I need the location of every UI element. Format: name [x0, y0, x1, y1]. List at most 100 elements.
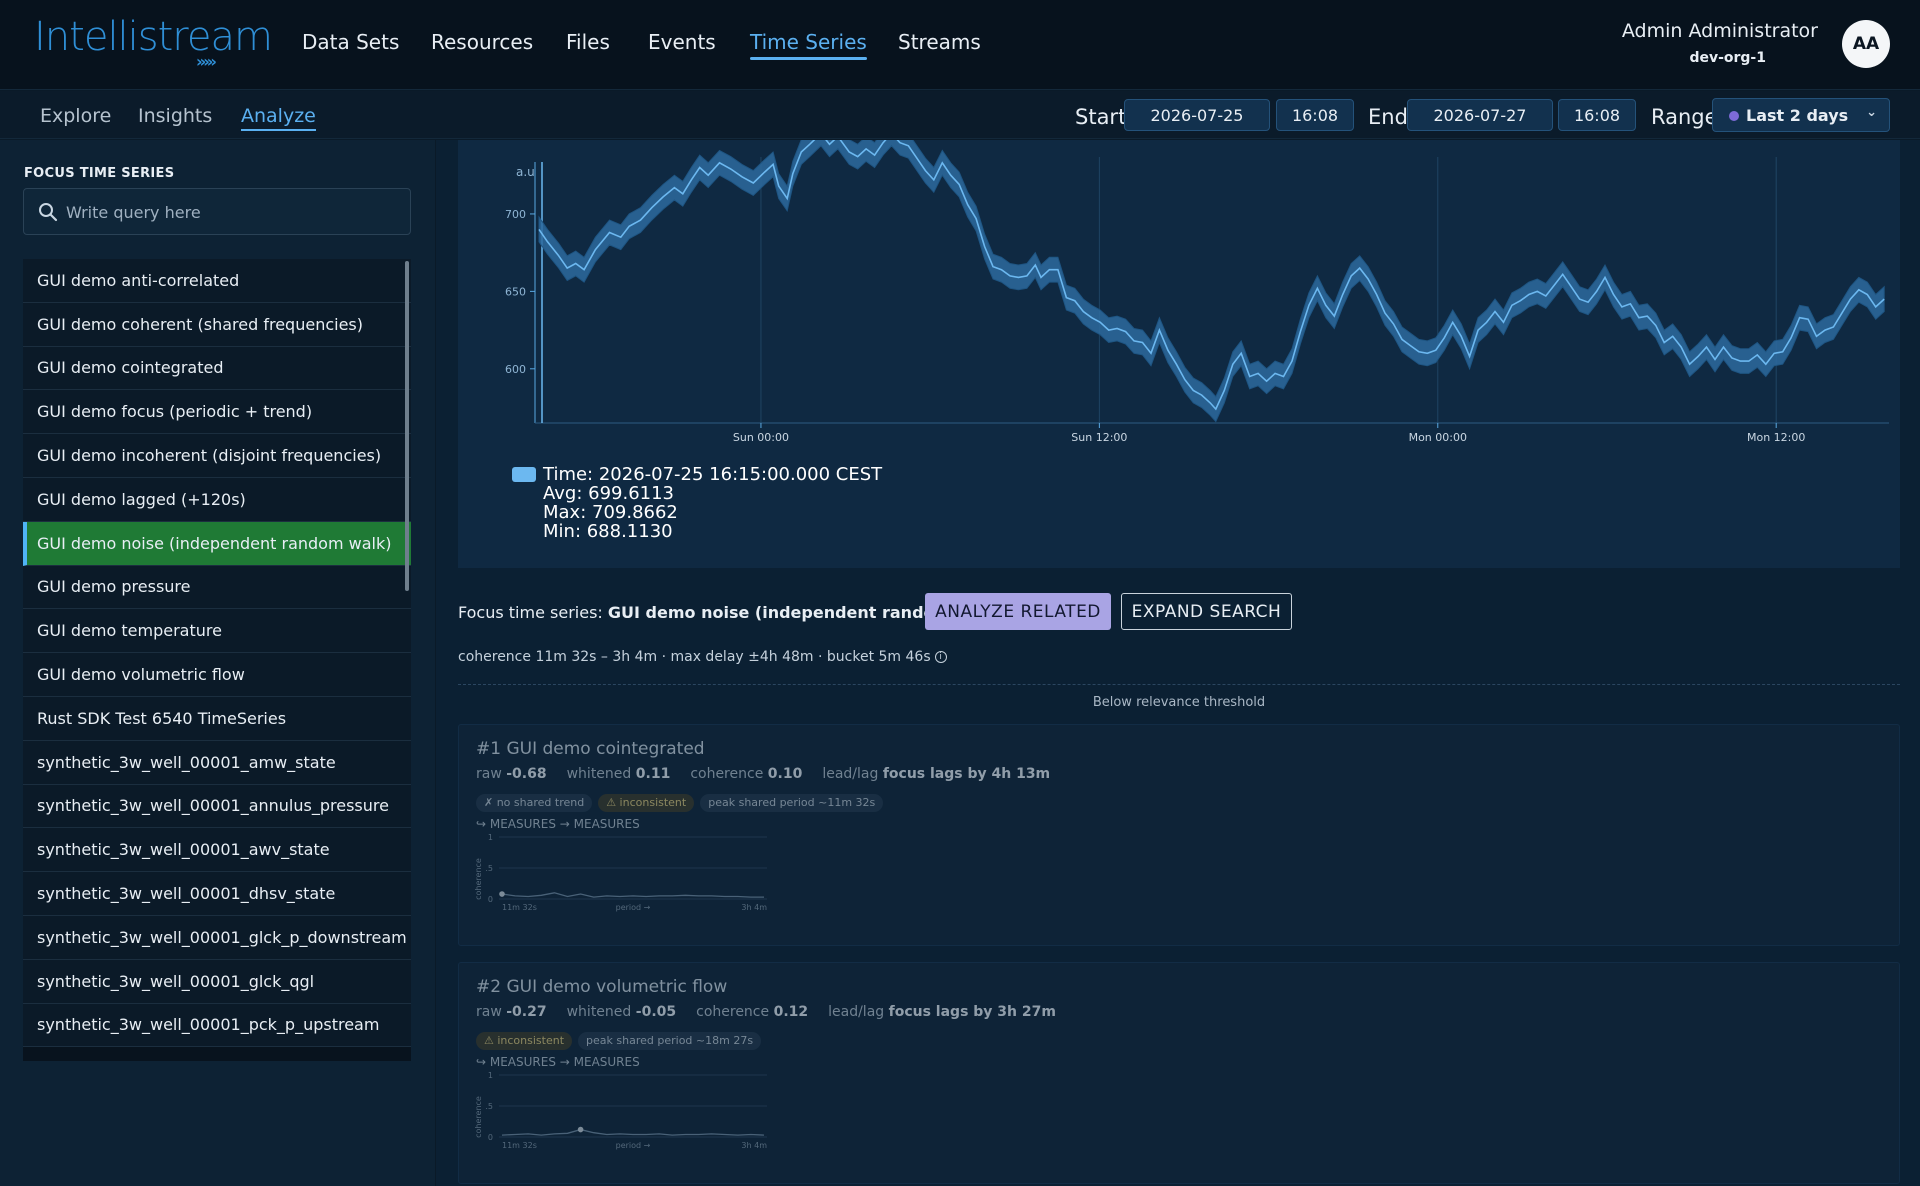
result-badges: ✗ no shared trend ⚠ inconsistent peak shar…: [476, 791, 889, 812]
mini-y-tick-label: 1: [488, 1071, 493, 1080]
tooltip-max: Max: 709.8662: [543, 502, 678, 523]
list-item[interactable]: GUI demo noise (independent random walk): [23, 521, 411, 566]
coherence-label: coherence: [690, 766, 764, 782]
whitened-value: 0.11: [635, 766, 671, 782]
list-scrollbar[interactable]: [405, 261, 409, 591]
top-nav: Intellistream ››››› Data Sets Resources …: [0, 0, 1920, 90]
list-item[interactable]: synthetic_3w_well_00001_dhsv_state: [23, 872, 411, 916]
coherence-value: 0.10: [767, 766, 803, 782]
list-item[interactable]: GUI demo cointegrated: [23, 346, 411, 391]
focus-prefix: Focus time series:: [458, 603, 603, 622]
x-tick-label: Sun 12:00: [1071, 431, 1127, 444]
list-item[interactable]: GUI demo focus (periodic + trend): [23, 390, 411, 435]
nav-files[interactable]: Files: [566, 30, 610, 54]
list-item[interactable]: GUI demo anti-correlated: [23, 259, 411, 303]
mini-peak-marker: [499, 891, 505, 897]
y-tick-label: 650: [505, 285, 526, 298]
sub-nav: Explore Insights Analyze Start 2026-07-2…: [0, 91, 1920, 139]
list-item[interactable]: Rust SDK Test 6540 TimeSeries: [23, 696, 411, 741]
tab-insights[interactable]: Insights: [138, 105, 212, 127]
result-title[interactable]: #2 GUI demo volumetric flow: [476, 977, 727, 997]
time-series-list[interactable]: GUI demo anti-correlated GUI demo coheren…: [23, 259, 411, 1061]
logo-text: Intellistream: [34, 14, 273, 60]
result-card[interactable]: #1 GUI demo cointegrated raw -0.68 whitene…: [458, 724, 1900, 946]
avatar[interactable]: AA: [1842, 20, 1890, 68]
user-name[interactable]: Admin Administrator: [1622, 20, 1818, 42]
search-input[interactable]: [66, 197, 396, 227]
list-item[interactable]: GUI demo lagged (+120s): [23, 477, 411, 522]
x-tick-label: Mon 12:00: [1747, 431, 1805, 444]
result-badge: ⚠ inconsistent: [598, 794, 695, 812]
coherence-value: 0.12: [773, 1004, 809, 1020]
range-select[interactable]: Last 2 days ⌄: [1712, 98, 1890, 132]
search-box[interactable]: [23, 188, 411, 235]
raw-label: raw: [476, 1004, 502, 1020]
list-item[interactable]: synthetic_3w_well_00001_pck_p_upstream: [23, 1003, 411, 1048]
list-item[interactable]: GUI demo volumetric flow: [23, 653, 411, 697]
nav-time-series[interactable]: Time Series: [750, 30, 867, 60]
leadlag-label: lead/lag: [828, 1004, 885, 1020]
nav-data-sets[interactable]: Data Sets: [302, 30, 399, 54]
mini-y-label: coherence: [474, 858, 483, 900]
list-item[interactable]: GUI demo pressure: [23, 565, 411, 610]
chevron-down-icon: ⌄: [1866, 105, 1877, 120]
measures-label: ↪ MEASURES → MEASURES: [476, 1055, 640, 1069]
focus-line: Focus time series: GUI demo noise (indep…: [458, 603, 1006, 622]
range-dot-icon: [1729, 111, 1739, 121]
result-stats: raw -0.68 whitened 0.11 coherence 0.10 lead…: [476, 766, 1050, 782]
logo[interactable]: Intellistream ›››››: [34, 14, 273, 74]
leadlag-value: focus lags by 4h 13m: [882, 766, 1051, 782]
mini-x-label-start: 11m 32s: [502, 903, 537, 912]
end-date-input[interactable]: 2026-07-27: [1407, 99, 1553, 131]
mini-y-tick-label: .5: [485, 1102, 493, 1111]
measures-label: ↪ MEASURES → MEASURES: [476, 817, 640, 831]
result-card[interactable]: #2 GUI demo volumetric flow raw -0.27 whit…: [458, 962, 1900, 1184]
list-item[interactable]: synthetic_3w_well_00001_glck_p_downstrea…: [23, 915, 411, 960]
list-item[interactable]: synthetic_3w_well_00001_annulus_pressure: [23, 784, 411, 829]
list-item[interactable]: GUI demo coherent (shared frequencies): [23, 302, 411, 347]
sidebar-title: FOCUS TIME SERIES: [24, 166, 175, 181]
threshold-divider: [458, 684, 1900, 685]
tooltip-swatch: [512, 467, 536, 482]
analyze-related-button[interactable]: ANALYZE RELATED: [925, 593, 1111, 630]
result-title[interactable]: #1 GUI demo cointegrated: [476, 739, 705, 759]
list-item[interactable]: GUI demo incoherent (disjoint frequencie…: [23, 434, 411, 478]
tooltip-min: Min: 688.1130: [543, 521, 673, 542]
mini-x-label-mid: period →: [616, 1141, 651, 1150]
user-org: dev-org-1: [1689, 50, 1766, 66]
mini-x-label-start: 11m 32s: [502, 1141, 537, 1150]
coherence-mini-chart: 1 .5 0 coherence 11m 32s period → 3h 4m: [474, 833, 767, 912]
series-min-max-band: [538, 140, 1885, 423]
mini-coherence-line: [501, 892, 764, 898]
main-content: a.u 600 650 700 Sun 00:00 Sun 12:00 Mon 00:00 M…: [436, 140, 1920, 1186]
whitened-label: whitened: [566, 1004, 632, 1020]
search-icon: [39, 203, 58, 222]
nav-streams[interactable]: Streams: [898, 30, 981, 54]
tooltip-avg: Avg: 699.6113: [543, 483, 675, 504]
sidebar: FOCUS TIME SERIES GUI demo anti-correlat…: [0, 140, 435, 1186]
list-item[interactable]: GUI demo temperature: [23, 609, 411, 654]
list-item[interactable]: synthetic_3w_well_00001_glck_qgl: [23, 959, 411, 1004]
tab-analyze[interactable]: Analyze: [241, 105, 316, 131]
start-date-input[interactable]: 2026-07-25: [1124, 99, 1270, 131]
coherence-mini-chart: 1 .5 0 coherence 11m 32s period → 3h 4m: [474, 1071, 767, 1150]
nav-resources[interactable]: Resources: [431, 30, 533, 54]
mini-y-label: coherence: [474, 1096, 483, 1138]
whitened-label: whitened: [566, 766, 632, 782]
mini-x-label-end: 3h 4m: [741, 903, 767, 912]
expand-search-button[interactable]: EXPAND SEARCH: [1121, 593, 1292, 630]
raw-value: -0.27: [506, 1004, 547, 1020]
list-item[interactable]: synthetic_3w_well_00001_amw_state: [23, 740, 411, 785]
start-time-input[interactable]: 16:08: [1276, 99, 1354, 131]
info-icon[interactable]: i: [934, 651, 947, 663]
list-item[interactable]: synthetic_3w_well_00001_awv_state: [23, 828, 411, 873]
end-time-input[interactable]: 16:08: [1558, 99, 1636, 131]
end-label: End: [1368, 105, 1408, 129]
analysis-params: coherence 11m 32s – 3h 4m · max delay ±4…: [458, 649, 947, 665]
below-threshold-label: Below relevance threshold: [1092, 695, 1266, 710]
tab-explore[interactable]: Explore: [40, 105, 111, 127]
chart-panel: a.u 600 650 700 Sun 00:00 Sun 12:00 Mon 00:00 M…: [458, 140, 1900, 568]
result-badge: ⚠ inconsistent: [476, 1032, 573, 1050]
nav-events[interactable]: Events: [648, 30, 716, 54]
x-tick-label: Mon 00:00: [1409, 431, 1467, 444]
